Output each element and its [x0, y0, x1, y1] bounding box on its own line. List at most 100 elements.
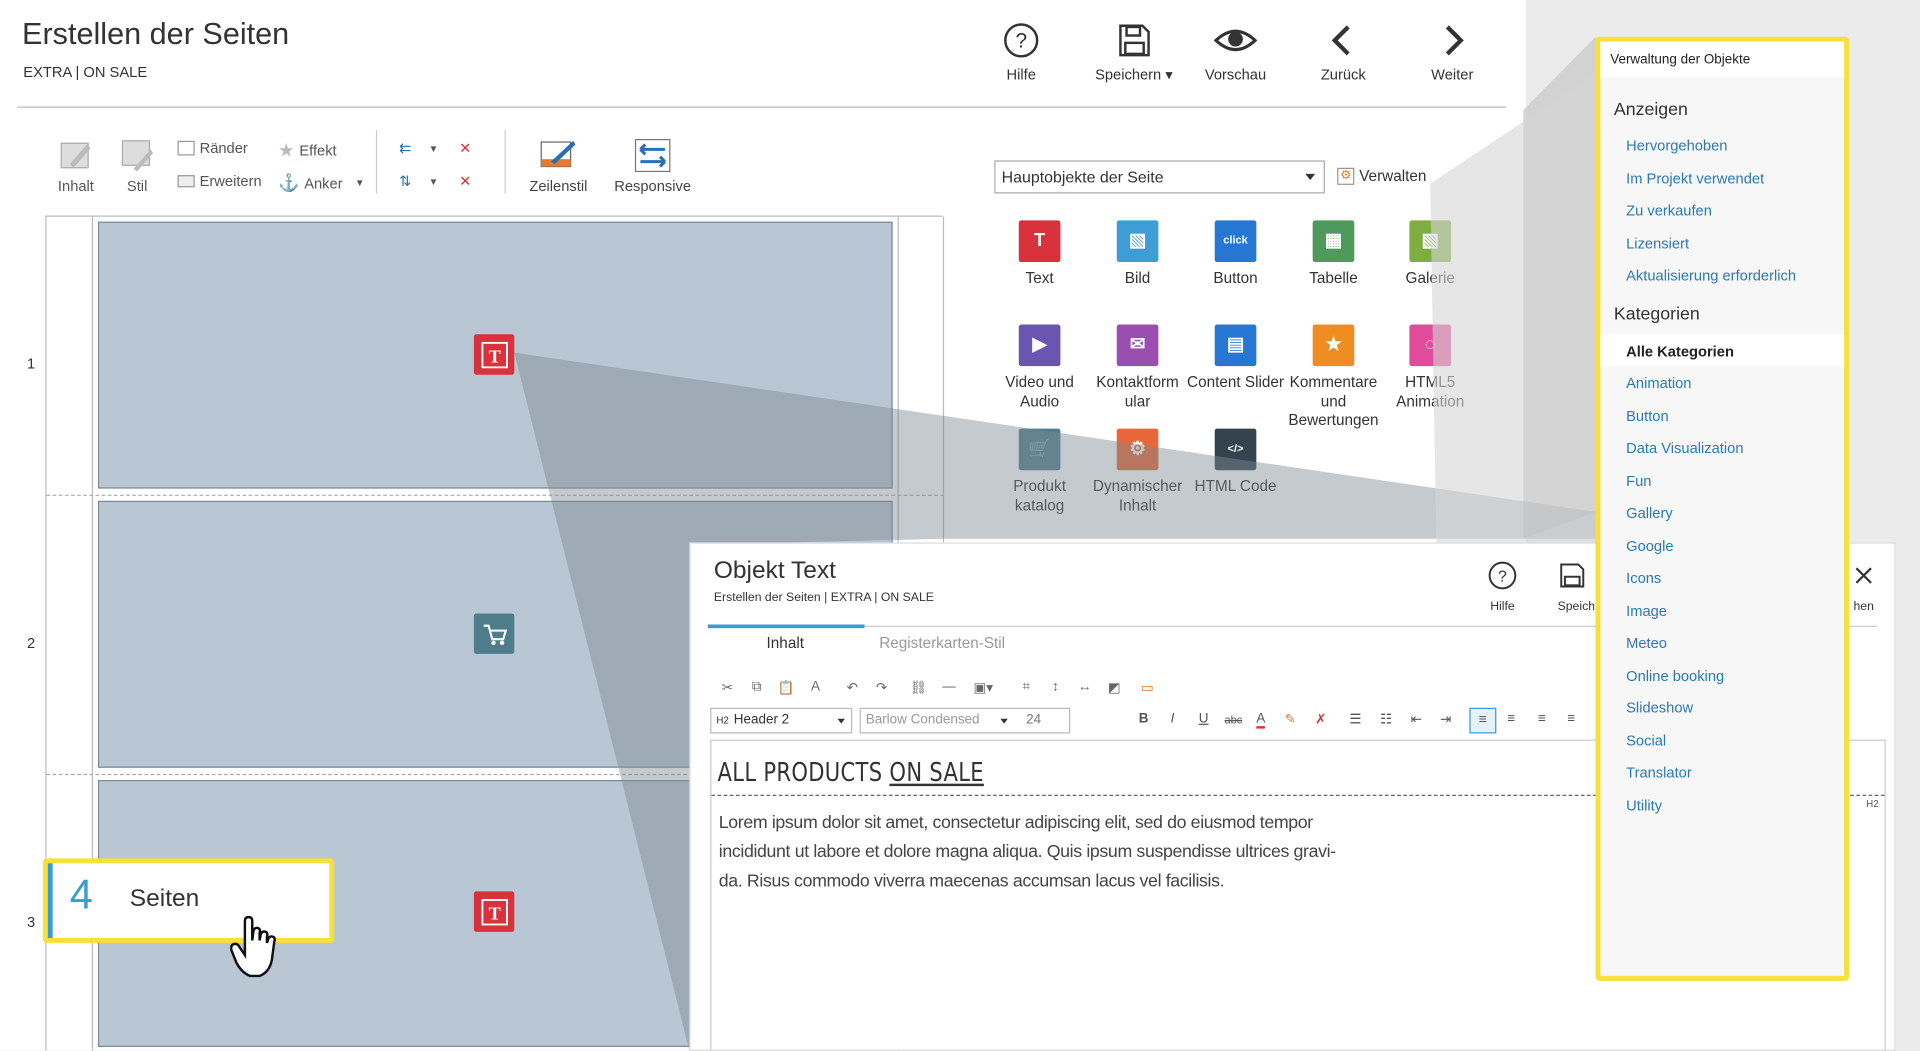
palette-item-table[interactable]: ▦ Tabelle: [1285, 220, 1383, 288]
source-icon[interactable]: ⌗: [1016, 676, 1036, 698]
paste-text-icon[interactable]: A: [806, 676, 826, 698]
category-link[interactable]: Utility: [1626, 797, 1662, 814]
object-group-select[interactable]: Hauptobjekte der Seite: [994, 160, 1325, 194]
category-link[interactable]: Data Visualization: [1626, 440, 1743, 457]
category-link[interactable]: Meteo: [1626, 634, 1667, 651]
text-color-button[interactable]: A: [1256, 711, 1266, 729]
redo-icon[interactable]: ↷: [872, 676, 892, 698]
preview-icon[interactable]: ▭: [1138, 676, 1158, 698]
image-icon[interactable]: ▣▾: [970, 676, 997, 698]
preview-button[interactable]: Vorschau: [1187, 22, 1285, 83]
text-object-icon[interactable]: T: [473, 334, 515, 375]
height-icon[interactable]: ↕: [1046, 676, 1066, 698]
filter-link[interactable]: Lizensiert: [1626, 234, 1689, 251]
dialog-help-button[interactable]: ? Hilfe: [1483, 561, 1522, 613]
save-button[interactable]: Speichern ▾: [1085, 22, 1183, 83]
tab-registerkarten-stil[interactable]: Registerkarten-Stil: [879, 634, 1005, 651]
filter-link[interactable]: Zu verkaufen: [1626, 202, 1712, 219]
manage-objects-button[interactable]: ⚙ Verwalten: [1337, 167, 1426, 185]
category-link[interactable]: Fun: [1626, 472, 1651, 489]
category-link[interactable]: Online booking: [1626, 667, 1724, 684]
align-left-button[interactable]: ≡: [1469, 707, 1497, 734]
palette-item-button[interactable]: click Button: [1187, 220, 1285, 288]
undo-icon[interactable]: ↶: [842, 676, 862, 698]
copy-icon[interactable]: ⧉: [747, 676, 767, 698]
indent-button[interactable]: ⇥: [1440, 711, 1451, 728]
stil-button[interactable]: Stil: [113, 137, 162, 195]
link-icon[interactable]: ⛓: [909, 676, 929, 698]
justify-button[interactable]: ≡: [1567, 711, 1575, 726]
erweitern-button[interactable]: Erweitern: [177, 173, 262, 190]
responsive-button[interactable]: Responsive: [610, 137, 696, 195]
anker-button[interactable]: ⚓ Anker ▼: [278, 173, 365, 194]
filter-link[interactable]: Aktualisierung erforderlich: [1626, 267, 1796, 284]
row-divider: [46, 494, 945, 496]
highlight-button[interactable]: ✎: [1285, 711, 1296, 728]
horizontal-rule-icon[interactable]: —: [939, 676, 959, 698]
palette-item-video[interactable]: ▶ Video und Audio: [991, 324, 1089, 411]
dialog-close-button[interactable]: hen: [1845, 561, 1882, 613]
category-link[interactable]: Translator: [1626, 764, 1692, 781]
category-link[interactable]: Gallery: [1626, 504, 1673, 521]
strikethrough-button[interactable]: abc: [1225, 714, 1243, 726]
zeilenstil-button[interactable]: Zeilenstil: [522, 137, 595, 195]
move-row-button[interactable]: ⇅ ▼: [399, 173, 438, 190]
category-link[interactable]: Icons: [1626, 569, 1661, 586]
tab-inhalt[interactable]: Inhalt: [767, 634, 804, 651]
bold-button[interactable]: B: [1139, 711, 1149, 726]
palette-item-content-slider[interactable]: ▤ Content Slider: [1187, 324, 1285, 392]
category-link[interactable]: Animation: [1626, 375, 1691, 392]
inhalt-button[interactable]: Inhalt: [51, 137, 100, 195]
bulleted-list-button[interactable]: ☰: [1349, 711, 1361, 728]
palette-item-image[interactable]: ▧ Bild: [1089, 220, 1187, 288]
save-icon: [1119, 24, 1150, 57]
text-object-icon[interactable]: T: [473, 891, 515, 932]
chevron-down-icon: ▼: [354, 177, 365, 189]
next-button[interactable]: Weiter: [1403, 22, 1501, 83]
category-all-active[interactable]: Alle Kategorien: [1600, 334, 1845, 367]
cut-icon[interactable]: ✂: [718, 676, 738, 698]
row-style-icon: [540, 140, 576, 168]
palette-item-html-code[interactable]: </> HTML Code: [1187, 428, 1285, 497]
numbered-list-button[interactable]: ☷: [1380, 711, 1392, 728]
palette-item-gallery[interactable]: ▧ Galerie: [1381, 220, 1479, 288]
category-link[interactable]: Google: [1626, 537, 1673, 554]
filter-link[interactable]: Im Projekt verwendet: [1626, 170, 1764, 187]
align-center-button[interactable]: ≡: [1507, 711, 1515, 726]
underline-button[interactable]: U: [1199, 711, 1209, 726]
raender-button[interactable]: Ränder: [177, 140, 248, 157]
chevron-right-icon: [1445, 25, 1464, 56]
category-link[interactable]: Social: [1626, 732, 1666, 749]
heading-select[interactable]: H2 Header 2: [710, 707, 853, 734]
palette-item-text[interactable]: T Text: [991, 220, 1089, 288]
pages-callout[interactable]: 4 Seiten: [42, 858, 335, 943]
back-button[interactable]: Zurück: [1294, 22, 1392, 83]
category-link[interactable]: Button: [1626, 407, 1668, 424]
palette-item-dynamic-content[interactable]: ⚙ Dynamischer Inhalt: [1089, 428, 1187, 516]
help-button[interactable]: ? Hilfe: [972, 22, 1070, 83]
clear-format-button[interactable]: ✗: [1315, 711, 1326, 728]
category-link[interactable]: Slideshow: [1626, 699, 1693, 716]
contrast-icon[interactable]: ◩: [1104, 676, 1124, 698]
italic-button[interactable]: I: [1171, 711, 1175, 726]
palette-item-contact-form[interactable]: ✉ Kontaktform ular: [1089, 324, 1187, 411]
align-right-button[interactable]: ≡: [1538, 711, 1546, 726]
palette-item-product-catalog[interactable]: 🛒 Produkt katalog: [991, 428, 1089, 516]
effekt-button[interactable]: ★ Effekt: [278, 140, 337, 162]
delete-row-button[interactable]: ✕: [459, 173, 471, 190]
width-icon[interactable]: ↔: [1075, 676, 1095, 698]
paste-icon[interactable]: 📋: [776, 676, 796, 698]
palette-item-html5-animation[interactable]: ◌ HTML5 Animation: [1381, 324, 1479, 411]
active-tab-indicator: [707, 624, 865, 629]
dialog-save-button[interactable]: Speich: [1558, 561, 1594, 613]
insert-row-button[interactable]: ⇇ ▼: [399, 140, 438, 157]
font-select[interactable]: Barlow Condensed 24: [859, 707, 1071, 734]
palette-item-comments[interactable]: ★ Kommentare und Bewertungen: [1285, 324, 1383, 430]
cart-object-icon[interactable]: [473, 613, 515, 654]
close-icon: [1855, 567, 1872, 584]
chevron-down-icon: [1000, 718, 1008, 724]
outdent-button[interactable]: ⇤: [1411, 711, 1422, 728]
delete-cell-button[interactable]: ✕: [459, 140, 471, 157]
category-link[interactable]: Image: [1626, 602, 1667, 619]
filter-link[interactable]: Hervorgehoben: [1626, 137, 1727, 154]
